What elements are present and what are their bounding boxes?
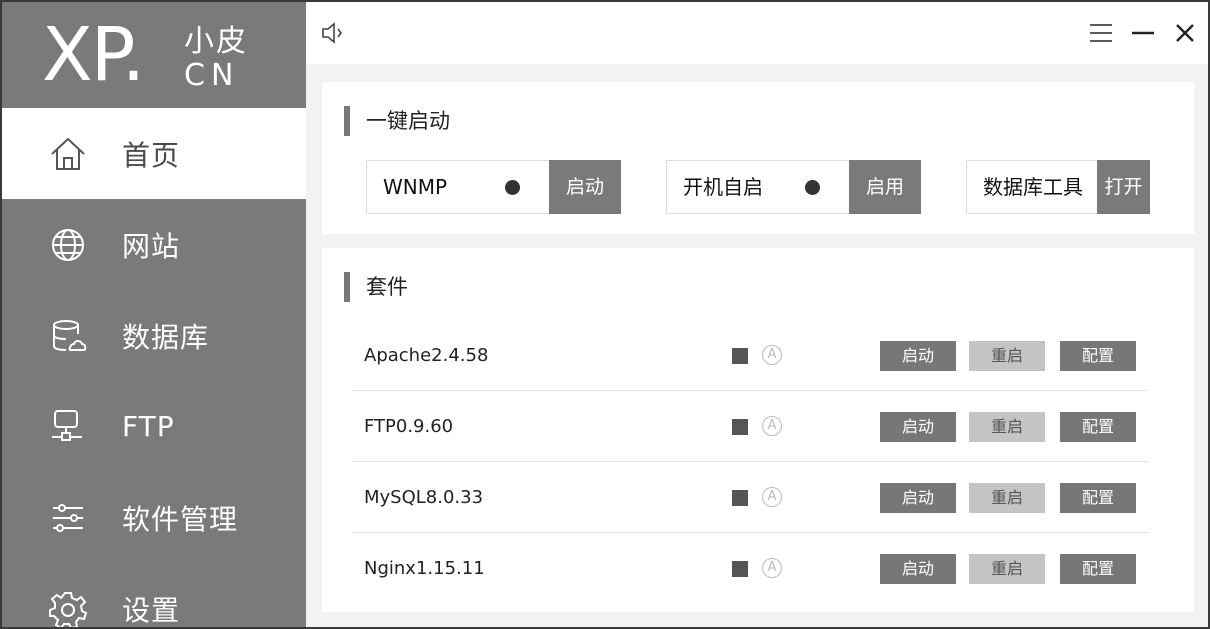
sidebar-item-software[interactable]: 软件管理	[2, 472, 306, 563]
table-row: MySQL8.0.33 A 启动 重启 配置	[352, 462, 1148, 533]
sidebar-item-website[interactable]: 网站	[2, 199, 306, 290]
quick-item-label: 开机自启	[683, 175, 763, 199]
app-logo: XP. 小皮 CN	[2, 2, 306, 108]
sidebar-nav: 首页 网站 数据库 FTP 软件管理 设置	[2, 108, 306, 627]
section-title: 套件	[344, 272, 408, 302]
app-window: XP. 小皮 CN 首页 网站 数据库 FTP 软件管理 设置 一键启动 WNM…	[0, 0, 1210, 629]
quick-start-panel: 一键启动 WNMP 启动 开机自启 启用 数据库工具 打开	[322, 82, 1194, 234]
db-tool-open-button[interactable]: 打开	[1097, 160, 1150, 214]
section-title: 一键启动	[344, 106, 450, 136]
logo-sub-top-text: 小皮	[184, 24, 248, 59]
status-dot	[805, 180, 820, 195]
sidebar-item-settings[interactable]: 设置	[2, 563, 306, 627]
sidebar-item-database[interactable]: 数据库	[2, 290, 306, 381]
minimize-icon[interactable]	[1130, 20, 1156, 46]
service-name: Nginx1.15.11	[364, 558, 485, 579]
gear-icon	[46, 587, 90, 627]
status-dot	[505, 180, 520, 195]
speaker-icon[interactable]	[320, 20, 346, 46]
autostart-enable-button[interactable]: 启用	[849, 160, 921, 214]
home-icon	[46, 132, 90, 176]
title-bar	[306, 2, 1208, 64]
sidebar-item-label: 首页	[122, 138, 181, 172]
sidebar-item-ftp[interactable]: FTP	[2, 381, 306, 472]
stop-status-icon	[732, 490, 748, 506]
sidebar-item-label: FTP	[122, 410, 175, 443]
service-name: Apache2.4.58	[364, 345, 489, 366]
start-button[interactable]: 启动	[880, 412, 956, 442]
start-button[interactable]: 启动	[880, 341, 956, 371]
restart-button[interactable]: 重启	[969, 483, 1045, 513]
ftp-server-icon	[46, 405, 90, 449]
stop-status-icon	[732, 561, 748, 577]
table-row: FTP0.9.60 A 启动 重启 配置	[352, 391, 1148, 462]
auto-start-icon[interactable]: A	[762, 416, 782, 436]
auto-start-icon[interactable]: A	[762, 345, 782, 365]
config-button[interactable]: 配置	[1060, 412, 1136, 442]
database-icon	[46, 314, 90, 358]
sidebar-item-label: 数据库	[122, 320, 210, 354]
table-row: Nginx1.15.11 A 启动 重启 配置	[352, 533, 1148, 604]
wnmp-start-button[interactable]: 启动	[549, 160, 621, 214]
config-button[interactable]: 配置	[1060, 483, 1136, 513]
sidebar-item-label: 设置	[122, 593, 181, 627]
config-button[interactable]: 配置	[1060, 341, 1136, 371]
table-row: Apache2.4.58 A 启动 重启 配置	[352, 320, 1148, 391]
sidebar: XP. 小皮 CN 首页 网站 数据库 FTP 软件管理 设置	[2, 2, 306, 627]
restart-button[interactable]: 重启	[969, 341, 1045, 371]
logo-sub-bottom-text: CN	[184, 58, 240, 93]
menu-icon[interactable]	[1088, 20, 1114, 46]
stop-status-icon	[732, 419, 748, 435]
restart-button[interactable]: 重启	[969, 554, 1045, 584]
sliders-icon	[46, 496, 90, 540]
sidebar-item-label: 软件管理	[122, 502, 239, 536]
auto-start-icon[interactable]: A	[762, 487, 782, 507]
logo-main-text: XP.	[42, 12, 145, 98]
quick-item-label: 数据库工具	[983, 175, 1083, 199]
quick-item-db-tool: 数据库工具 打开	[966, 160, 1150, 214]
service-name: MySQL8.0.33	[364, 487, 484, 508]
quick-item-label: WNMP	[383, 175, 448, 199]
auto-start-icon[interactable]: A	[762, 558, 782, 578]
start-button[interactable]: 启动	[880, 483, 956, 513]
quick-item-wnmp: WNMP 启动	[366, 160, 621, 214]
quick-item-autostart: 开机自启 启用	[666, 160, 921, 214]
config-button[interactable]: 配置	[1060, 554, 1136, 584]
close-icon[interactable]	[1172, 20, 1198, 46]
sidebar-item-home[interactable]: 首页	[2, 108, 306, 199]
globe-icon	[46, 223, 90, 267]
stop-status-icon	[732, 348, 748, 364]
suite-panel: 套件 Apache2.4.58 A 启动 重启 配置 FTP0.9.60 A 启…	[322, 248, 1194, 612]
service-name: FTP0.9.60	[364, 416, 454, 437]
restart-button[interactable]: 重启	[969, 412, 1045, 442]
sidebar-item-label: 网站	[122, 229, 181, 263]
start-button[interactable]: 启动	[880, 554, 956, 584]
